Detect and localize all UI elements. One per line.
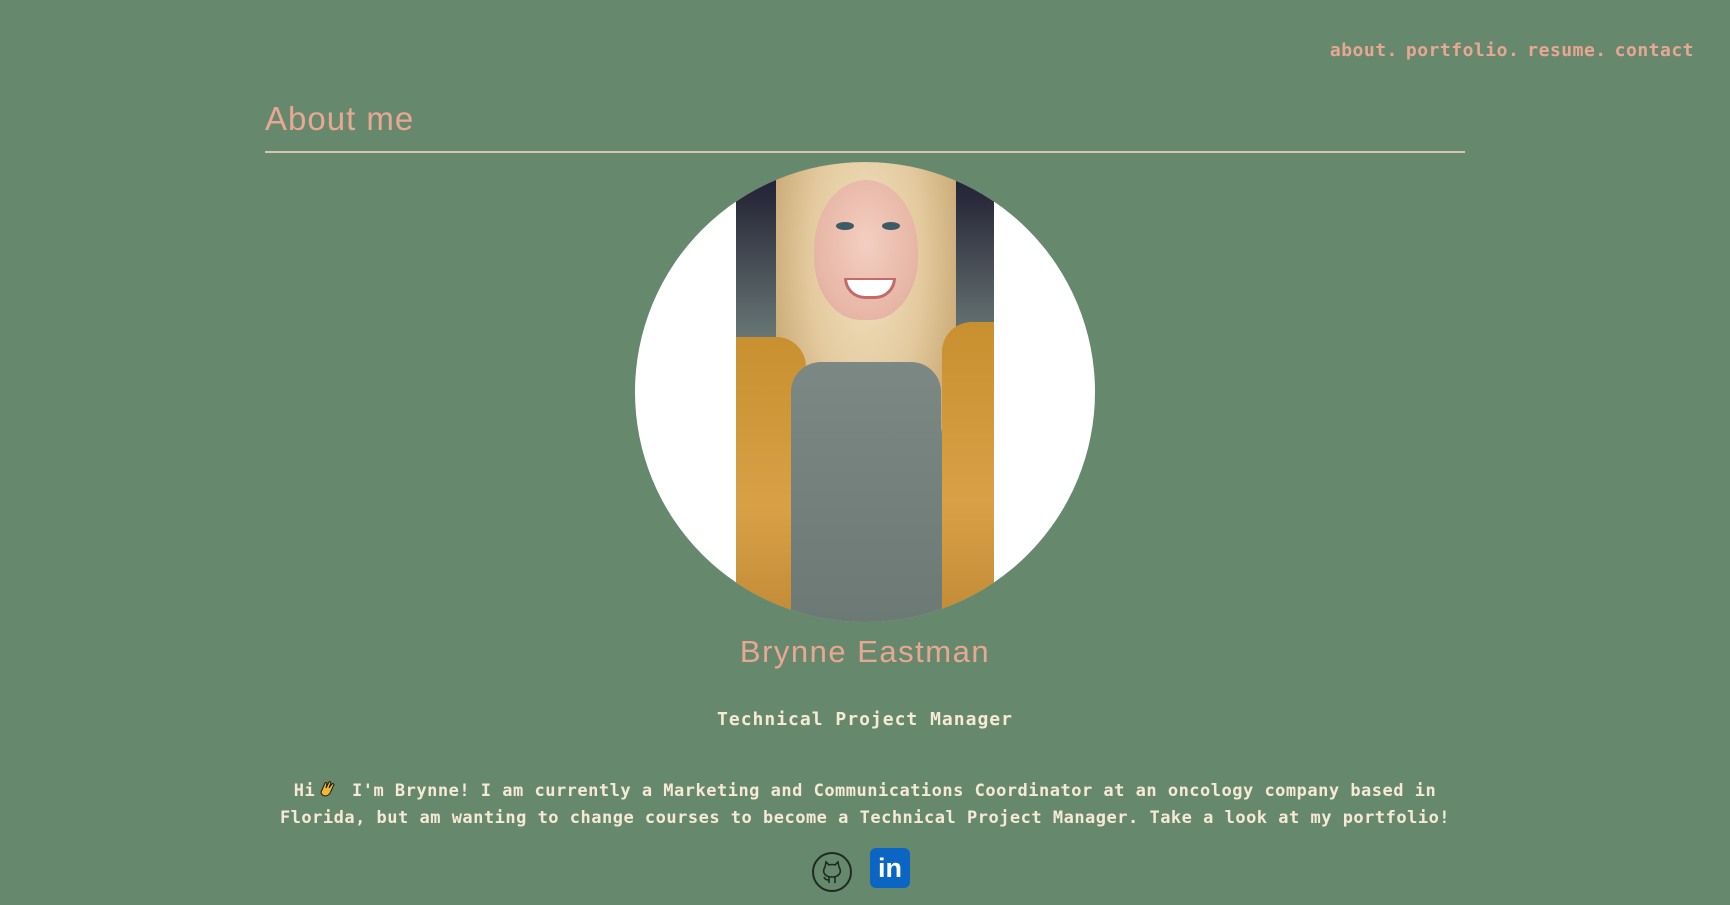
linkedin-icon[interactable]: in — [870, 848, 910, 888]
social-links: in — [812, 848, 910, 892]
profile-photo — [635, 162, 1095, 622]
nav-resume-link[interactable]: resume. — [1527, 40, 1606, 61]
section-title: About me — [265, 100, 415, 137]
bio-text: I'm Brynne! I am currently a Marketing a… — [279, 781, 1451, 828]
bio-greeting: Hi — [293, 781, 316, 801]
profile-bio: Hi I'm Brynne! I am currently a Marketin… — [265, 778, 1465, 832]
page: about. portfolio. resume. contact About … — [0, 0, 1730, 905]
github-icon[interactable] — [812, 852, 852, 892]
profile-role: Technical Project Manager — [717, 709, 1013, 730]
portrait-image — [736, 162, 994, 622]
nav-contact-link[interactable]: contact — [1615, 40, 1694, 61]
nav-about-link[interactable]: about. — [1330, 40, 1398, 61]
nav-portfolio-link[interactable]: portfolio. — [1406, 40, 1519, 61]
waving-hand-icon — [317, 779, 337, 799]
section-divider — [265, 151, 1465, 153]
top-nav: about. portfolio. resume. contact — [1330, 40, 1694, 61]
profile-name: Brynne Eastman — [739, 634, 991, 669]
